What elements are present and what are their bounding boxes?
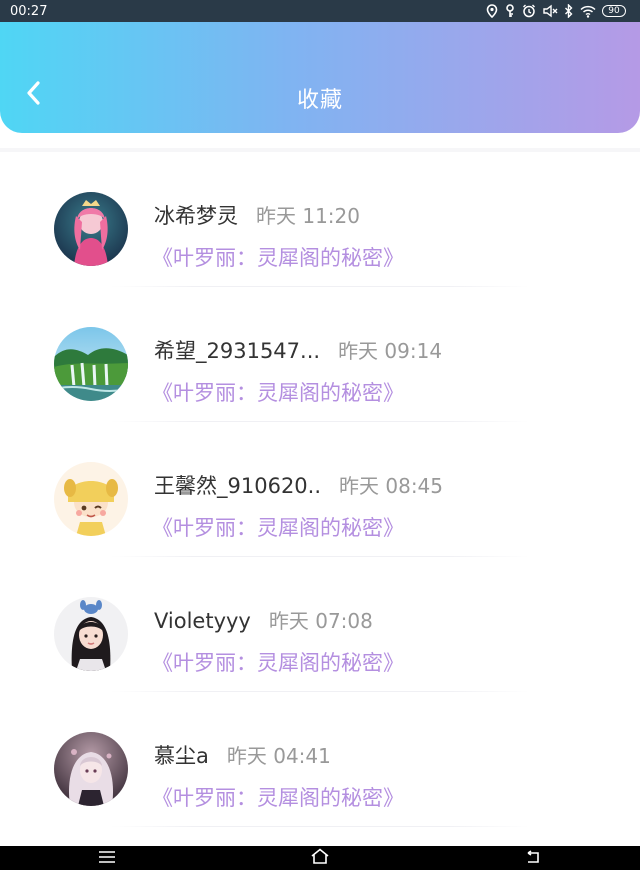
alarm-icon <box>522 4 536 18</box>
book-title-link[interactable]: 《叶罗丽：灵犀阁的秘密》 <box>152 647 404 677</box>
status-bar: 00:27 90 <box>0 0 640 22</box>
bluetooth-icon <box>564 4 574 18</box>
timestamp: 昨天 11:20 <box>256 204 360 228</box>
username[interactable]: 冰希梦灵 <box>154 200 238 230</box>
username[interactable]: 王馨然_910620.. <box>154 470 321 500</box>
wifi-icon <box>580 5 596 18</box>
list-item[interactable]: 王馨然_910620.. 昨天 08:45 《叶罗丽：灵犀阁的秘密》 <box>0 422 640 557</box>
system-nav-bar <box>0 846 640 870</box>
menu-button[interactable] <box>87 846 127 870</box>
avatar[interactable] <box>54 597 128 671</box>
list-item[interactable]: 冰希梦灵 昨天 11:20 《叶罗丽：灵犀阁的秘密》 <box>0 152 640 287</box>
battery-icon: 90 <box>602 5 626 17</box>
timestamp: 昨天 07:08 <box>268 609 373 633</box>
list-item[interactable]: 慕尘a 昨天 04:41 《叶罗丽：灵犀阁的秘密》 <box>0 692 640 827</box>
key-icon <box>504 4 516 18</box>
home-icon <box>310 848 330 868</box>
timestamp: 昨天 04:41 <box>226 744 331 768</box>
avatar[interactable] <box>54 327 128 401</box>
item-header: 慕尘a 昨天 04:41 <box>154 740 331 770</box>
header: 收藏 <box>0 22 640 133</box>
list-item[interactable]: Violetyyy 昨天 07:08 《叶罗丽：灵犀阁的秘密》 <box>0 557 640 692</box>
location-icon <box>486 4 498 18</box>
book-title-link[interactable]: 《叶罗丽：灵犀阁的秘密》 <box>152 242 404 272</box>
menu-icon <box>98 849 116 868</box>
book-title-link[interactable]: 《叶罗丽：灵犀阁的秘密》 <box>152 512 404 542</box>
status-icons: 90 <box>486 4 626 18</box>
item-header: Violetyyy 昨天 07:08 <box>154 605 373 634</box>
mute-icon <box>542 4 558 18</box>
avatar[interactable] <box>54 462 128 536</box>
home-button[interactable] <box>300 846 340 870</box>
avatar[interactable] <box>54 192 128 266</box>
item-header: 冰希梦灵 昨天 11:20 <box>154 200 360 230</box>
item-header: 希望_2931547... 昨天 09:14 <box>154 335 442 365</box>
back-icon <box>524 849 542 868</box>
back-nav-button[interactable] <box>513 846 553 870</box>
book-title-link[interactable]: 《叶罗丽：灵犀阁的秘密》 <box>152 782 404 812</box>
username[interactable]: Violetyyy <box>154 609 251 633</box>
page-title: 收藏 <box>296 88 343 113</box>
timestamp: 昨天 08:45 <box>339 474 444 498</box>
avatar[interactable] <box>54 732 128 806</box>
status-time: 00:27 <box>10 3 48 19</box>
divider <box>110 826 530 827</box>
list-item[interactable]: 希望_2931547... 昨天 09:14 《叶罗丽：灵犀阁的秘密》 <box>0 287 640 422</box>
item-header: 王馨然_910620.. 昨天 08:45 <box>154 470 443 500</box>
favorites-list: 冰希梦灵 昨天 11:20 《叶罗丽：灵犀阁的秘密》 希望_2931547...… <box>0 148 640 827</box>
timestamp: 昨天 09:14 <box>338 339 443 363</box>
username[interactable]: 希望_2931547... <box>154 335 320 365</box>
username[interactable]: 慕尘a <box>154 740 209 770</box>
book-title-link[interactable]: 《叶罗丽：灵犀阁的秘密》 <box>152 377 404 407</box>
